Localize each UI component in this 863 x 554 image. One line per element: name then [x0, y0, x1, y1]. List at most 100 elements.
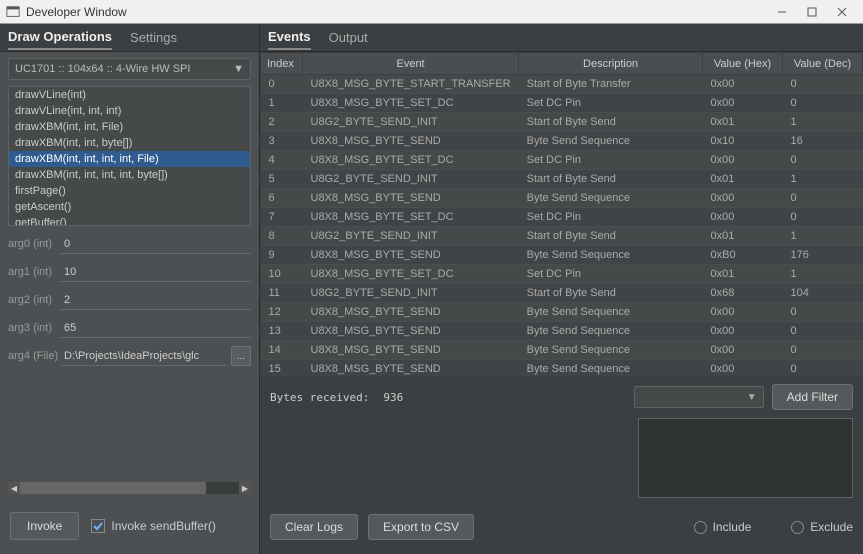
table-row[interactable]: 4U8X8_MSG_BYTE_SET_DCSet DC Pin0x000	[261, 151, 863, 170]
exclude-radio[interactable]: Exclude	[791, 520, 853, 534]
cell-idx: 0	[261, 75, 303, 94]
cell-hex: 0x00	[703, 151, 783, 170]
table-row[interactable]: 9U8X8_MSG_BYTE_SENDByte Send Sequence0xB…	[261, 246, 863, 265]
cell-idx: 3	[261, 132, 303, 151]
scroll-right-icon[interactable]: ▶	[239, 482, 251, 494]
cell-dec: 0	[783, 189, 863, 208]
cell-idx: 5	[261, 170, 303, 189]
arg-row: arg1 (int)	[8, 262, 251, 282]
cell-dec: 0	[783, 75, 863, 94]
invoke-sendbuffer-check[interactable]: Invoke sendBuffer()	[91, 519, 216, 533]
cell-desc: Start of Byte Send	[519, 227, 703, 246]
function-list[interactable]: drawVLine(int)drawVLine(int, int, int)dr…	[8, 86, 251, 226]
maximize-button[interactable]	[797, 1, 827, 23]
horizontal-scrollbar[interactable]: ◀ ▶	[8, 482, 251, 494]
add-filter-button[interactable]: Add Filter	[772, 384, 853, 410]
function-item[interactable]: drawXBM(int, int, File)	[9, 119, 250, 135]
table-row[interactable]: 13U8X8_MSG_BYTE_SENDByte Send Sequence0x…	[261, 322, 863, 341]
chevron-down-icon: ▼	[747, 392, 757, 403]
cell-idx: 15	[261, 360, 303, 377]
table-row[interactable]: 7U8X8_MSG_BYTE_SET_DCSet DC Pin0x000	[261, 208, 863, 227]
cell-dec: 1	[783, 265, 863, 284]
minimize-button[interactable]	[767, 1, 797, 23]
tab-events[interactable]: Events	[268, 25, 311, 50]
arg-input[interactable]	[60, 262, 251, 282]
th-value-dec[interactable]: Value (Dec)	[783, 53, 863, 75]
cell-dec: 0	[783, 322, 863, 341]
cell-desc: Byte Send Sequence	[519, 246, 703, 265]
table-row[interactable]: 8U8G2_BYTE_SEND_INITStart of Byte Send0x…	[261, 227, 863, 246]
cell-hex: 0x01	[703, 227, 783, 246]
function-item[interactable]: getBuffer()	[9, 215, 250, 226]
table-row[interactable]: 15U8X8_MSG_BYTE_SENDByte Send Sequence0x…	[261, 360, 863, 377]
function-item[interactable]: drawVLine(int, int, int)	[9, 103, 250, 119]
cell-hex: 0x00	[703, 208, 783, 227]
tab-draw-operations[interactable]: Draw Operations	[8, 25, 112, 50]
cell-idx: 7	[261, 208, 303, 227]
arg-row: arg0 (int)	[8, 234, 251, 254]
arg-input[interactable]	[60, 346, 227, 366]
export-csv-button[interactable]: Export to CSV	[368, 514, 474, 540]
th-index[interactable]: Index	[261, 53, 303, 75]
cell-dec: 0	[783, 303, 863, 322]
cell-desc: Byte Send Sequence	[519, 189, 703, 208]
table-row[interactable]: 6U8X8_MSG_BYTE_SENDByte Send Sequence0x0…	[261, 189, 863, 208]
function-item[interactable]: drawXBM(int, int, int, int, File)	[9, 151, 250, 167]
close-button[interactable]	[827, 1, 857, 23]
arg-row: arg4 (File)...	[8, 346, 251, 366]
table-row[interactable]: 10U8X8_MSG_BYTE_SET_DCSet DC Pin0x011	[261, 265, 863, 284]
cell-evt: U8X8_MSG_BYTE_SET_DC	[303, 208, 519, 227]
cell-hex: 0x01	[703, 265, 783, 284]
function-item[interactable]: drawXBM(int, int, byte[])	[9, 135, 250, 151]
table-row[interactable]: 12U8X8_MSG_BYTE_SENDByte Send Sequence0x…	[261, 303, 863, 322]
table-row[interactable]: 0U8X8_MSG_BYTE_START_TRANSFERStart of By…	[261, 75, 863, 94]
table-row[interactable]: 3U8X8_MSG_BYTE_SENDByte Send Sequence0x1…	[261, 132, 863, 151]
scroll-left-icon[interactable]: ◀	[8, 482, 20, 494]
window-title: Developer Window	[26, 5, 767, 19]
tab-output[interactable]: Output	[329, 26, 368, 49]
right-panel: Events Output Index Event Description Va…	[260, 24, 863, 554]
function-item[interactable]: drawVLine(int)	[9, 87, 250, 103]
table-row[interactable]: 1U8X8_MSG_BYTE_SET_DCSet DC Pin0x000	[261, 94, 863, 113]
cell-dec: 1	[783, 113, 863, 132]
filter-list[interactable]	[638, 418, 853, 498]
table-row[interactable]: 11U8G2_BYTE_SEND_INITStart of Byte Send0…	[261, 284, 863, 303]
cell-hex: 0x01	[703, 170, 783, 189]
display-combo[interactable]: UC1701 :: 104x64 :: 4-Wire HW SPI ▼	[8, 58, 251, 80]
filter-combo[interactable]: ▼	[634, 386, 764, 408]
cell-dec: 176	[783, 246, 863, 265]
scroll-thumb[interactable]	[20, 482, 206, 494]
cell-evt: U8X8_MSG_BYTE_SEND	[303, 246, 519, 265]
function-item[interactable]: drawXBM(int, int, int, int, byte[])	[9, 167, 250, 183]
table-row[interactable]: 2U8G2_BYTE_SEND_INITStart of Byte Send0x…	[261, 113, 863, 132]
table-row[interactable]: 5U8G2_BYTE_SEND_INITStart of Byte Send0x…	[261, 170, 863, 189]
function-item[interactable]: getAscent()	[9, 199, 250, 215]
cell-desc: Start of Byte Send	[519, 170, 703, 189]
clear-logs-button[interactable]: Clear Logs	[270, 514, 358, 540]
cell-hex: 0x00	[703, 341, 783, 360]
arg-input[interactable]	[60, 318, 251, 338]
include-radio[interactable]: Include	[694, 520, 752, 534]
cell-evt: U8X8_MSG_BYTE_START_TRANSFER	[303, 75, 519, 94]
cell-evt: U8X8_MSG_BYTE_SEND	[303, 303, 519, 322]
cell-evt: U8X8_MSG_BYTE_SET_DC	[303, 94, 519, 113]
arg-input[interactable]	[60, 234, 251, 254]
events-table[interactable]: Index Event Description Value (Hex) Valu…	[260, 52, 863, 376]
cell-idx: 6	[261, 189, 303, 208]
chevron-down-icon: ▼	[233, 63, 244, 75]
th-description[interactable]: Description	[519, 53, 703, 75]
table-row[interactable]: 14U8X8_MSG_BYTE_SENDByte Send Sequence0x…	[261, 341, 863, 360]
cell-desc: Start of Byte Send	[519, 284, 703, 303]
th-value-hex[interactable]: Value (Hex)	[703, 53, 783, 75]
invoke-button[interactable]: Invoke	[10, 512, 79, 540]
cell-evt: U8X8_MSG_BYTE_SET_DC	[303, 151, 519, 170]
scroll-track[interactable]	[20, 482, 239, 494]
cell-idx: 13	[261, 322, 303, 341]
tab-settings[interactable]: Settings	[130, 26, 177, 49]
arg-input[interactable]	[60, 290, 251, 310]
function-item[interactable]: firstPage()	[9, 183, 250, 199]
cell-desc: Set DC Pin	[519, 265, 703, 284]
browse-button[interactable]: ...	[231, 346, 251, 366]
cell-evt: U8X8_MSG_BYTE_SET_DC	[303, 265, 519, 284]
th-event[interactable]: Event	[303, 53, 519, 75]
